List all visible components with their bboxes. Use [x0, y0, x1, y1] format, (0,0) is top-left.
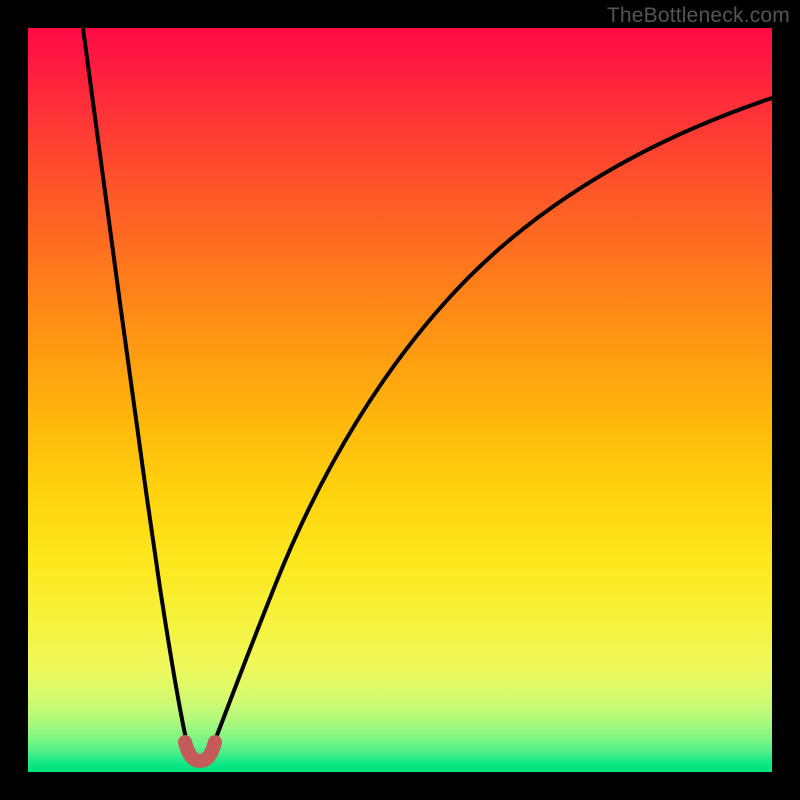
curve-layer [28, 28, 772, 772]
chart-frame: TheBottleneck.com [0, 0, 800, 800]
watermark-text: TheBottleneck.com [607, 4, 790, 28]
curve-valley-highlight [185, 742, 215, 761]
plot-area [28, 28, 772, 772]
curve-left-arm [83, 28, 188, 748]
curve-right-arm [212, 98, 772, 748]
